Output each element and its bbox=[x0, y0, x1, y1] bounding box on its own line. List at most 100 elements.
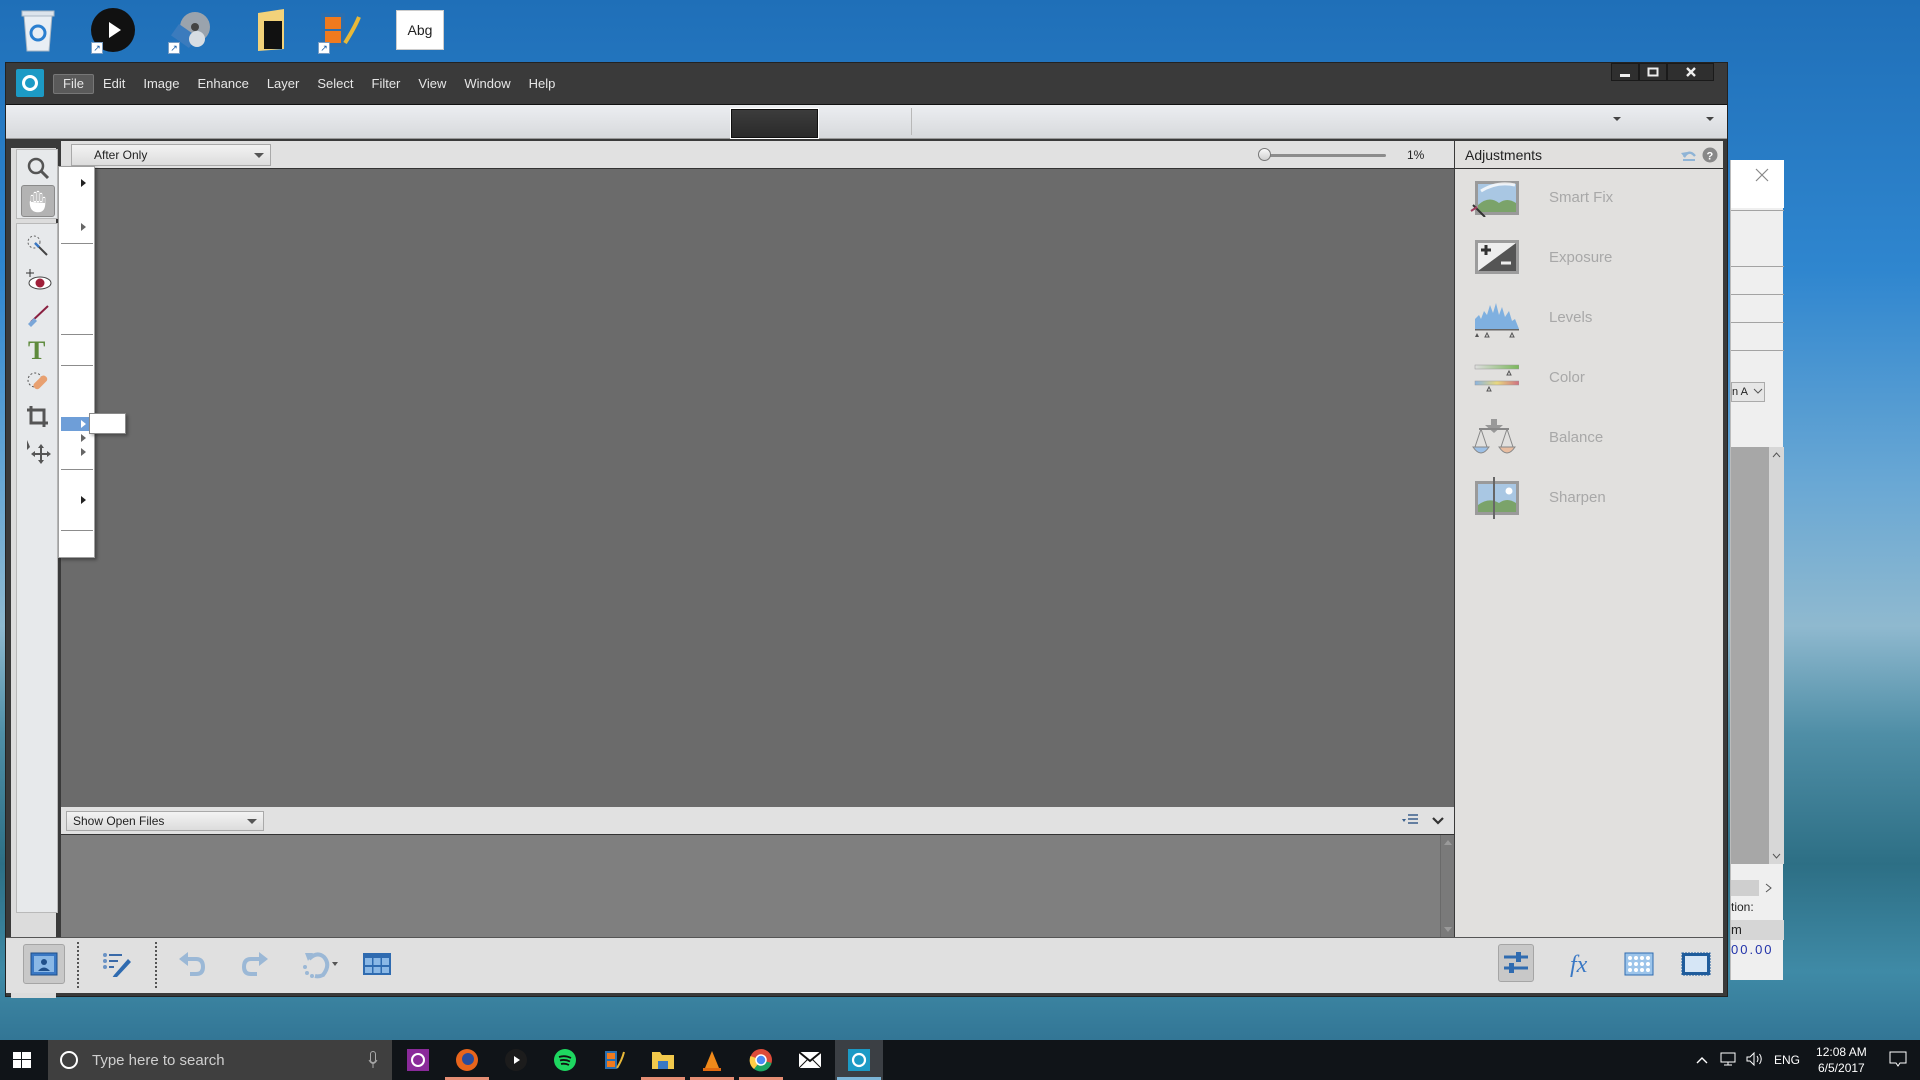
taskbar-spotify[interactable] bbox=[541, 1040, 589, 1080]
title-bar: File Edit Image Enhance Layer Select Fil… bbox=[6, 63, 1727, 104]
zoom-slider[interactable] bbox=[1258, 148, 1386, 161]
adjustment-label: Smart Fix bbox=[1549, 188, 1614, 206]
system-tray: ENG 12:08 AM 6/5/2017 bbox=[1696, 1040, 1907, 1080]
menu-filter[interactable]: Filter bbox=[363, 74, 410, 94]
network-icon[interactable] bbox=[1720, 1052, 1736, 1069]
adjustment-label: Sharpen bbox=[1549, 488, 1606, 506]
photo-bin-select[interactable]: Show Open Files bbox=[66, 811, 264, 831]
close-icon[interactable] bbox=[1755, 168, 1769, 187]
horizontal-scrollbar[interactable] bbox=[1731, 880, 1784, 896]
taskbar-photoshop-elements[interactable] bbox=[835, 1040, 883, 1080]
submenu-arrow-icon[interactable] bbox=[81, 179, 86, 187]
hand-tool-icon[interactable] bbox=[21, 185, 55, 217]
adjustment-exposure[interactable]: Exposure bbox=[1469, 231, 1719, 283]
organizer-button[interactable] bbox=[356, 944, 398, 984]
photo-bin-button[interactable] bbox=[23, 944, 65, 984]
submenu-arrow-icon[interactable] bbox=[81, 448, 86, 456]
redo-button[interactable] bbox=[234, 944, 276, 984]
textures-panel-button[interactable] bbox=[1618, 944, 1660, 984]
svg-text:fx: fx bbox=[1570, 952, 1588, 978]
media-player-icon[interactable]: ↗ bbox=[162, 4, 218, 56]
toolbar-divider bbox=[155, 942, 157, 988]
adjustments-panel-button[interactable] bbox=[1498, 944, 1534, 982]
menu-window[interactable]: Window bbox=[455, 74, 519, 94]
taskbar-mail[interactable] bbox=[786, 1040, 834, 1080]
share-dropdown-arrow-icon[interactable] bbox=[1706, 117, 1714, 121]
vertical-scrollbar[interactable] bbox=[1769, 447, 1784, 864]
menu-edit[interactable]: Edit bbox=[94, 74, 134, 94]
menu-select[interactable]: Select bbox=[308, 74, 362, 94]
frames-panel-button[interactable] bbox=[1675, 944, 1717, 984]
quick-selection-tool-icon[interactable] bbox=[21, 230, 55, 262]
menu-view[interactable]: View bbox=[409, 74, 455, 94]
font-file-icon[interactable]: Abg bbox=[392, 4, 448, 56]
submenu-arrow-icon[interactable] bbox=[81, 434, 86, 442]
minimize-button[interactable] bbox=[1611, 63, 1639, 81]
move-tool-icon[interactable] bbox=[21, 435, 55, 467]
photo-bin-scrollbar[interactable] bbox=[1440, 835, 1454, 937]
close-button[interactable] bbox=[1667, 63, 1714, 81]
tool-options-button[interactable] bbox=[96, 944, 138, 984]
zoom-tool-icon[interactable] bbox=[21, 152, 55, 184]
view-mode-select[interactable]: After Only bbox=[71, 144, 271, 166]
help-icon[interactable]: ? bbox=[1702, 147, 1718, 168]
shortcut-arrow-icon: ↗ bbox=[318, 42, 330, 54]
windows-start-icon[interactable] bbox=[13, 1052, 31, 1073]
microphone-icon[interactable] bbox=[368, 1051, 378, 1069]
adjustment-sharpen[interactable]: Sharpen bbox=[1469, 471, 1719, 523]
effects-panel-button[interactable]: fx bbox=[1561, 944, 1603, 984]
search-placeholder: Type here to search bbox=[92, 1051, 225, 1069]
crop-tool-icon[interactable] bbox=[21, 401, 55, 433]
whiten-teeth-tool-icon[interactable] bbox=[21, 299, 55, 331]
background-window-dropdown[interactable]: n A bbox=[1731, 382, 1765, 402]
divider bbox=[1731, 210, 1784, 211]
maximize-button[interactable] bbox=[1639, 63, 1667, 81]
recycle-bin-icon[interactable] bbox=[10, 4, 66, 56]
show-hidden-icons-icon[interactable] bbox=[1696, 1053, 1708, 1067]
adjustments-panel: Adjustments ? Smart Fix Exposure Levels … bbox=[1454, 141, 1723, 937]
collapse-bin-chevron-icon[interactable] bbox=[1431, 814, 1445, 832]
folder-icon[interactable] bbox=[245, 4, 301, 56]
adjustment-balance[interactable]: Balance bbox=[1469, 411, 1719, 463]
taskbar-chrome[interactable] bbox=[737, 1040, 785, 1080]
create-dropdown-arrow-icon[interactable] bbox=[1613, 117, 1621, 121]
menu-help[interactable]: Help bbox=[520, 74, 565, 94]
taskbar-file-explorer[interactable] bbox=[639, 1040, 687, 1080]
submenu-arrow-icon[interactable] bbox=[81, 223, 86, 231]
taskbar-premiere-elements[interactable] bbox=[394, 1040, 442, 1080]
canvas-area[interactable] bbox=[61, 169, 1454, 807]
exposure-icon bbox=[1469, 237, 1519, 277]
language-indicator[interactable]: ENG bbox=[1774, 1053, 1800, 1067]
clock[interactable]: 12:08 AM 6/5/2017 bbox=[1816, 1044, 1867, 1076]
menu-image[interactable]: Image bbox=[134, 74, 188, 94]
adjustments-header: Adjustments ? bbox=[1455, 141, 1723, 169]
adjustment-levels[interactable]: Levels bbox=[1469, 291, 1719, 343]
shortcut-arrow-icon: ↗ bbox=[168, 42, 180, 54]
rotate-button[interactable] bbox=[298, 944, 340, 984]
taskbar-vlc[interactable] bbox=[688, 1040, 736, 1080]
zoom-slider-handle[interactable] bbox=[1258, 148, 1272, 161]
movie-maker-icon[interactable]: ↗ bbox=[312, 4, 368, 56]
file-submenu[interactable] bbox=[89, 413, 126, 434]
taskbar-firefox[interactable] bbox=[443, 1040, 491, 1080]
bin-options-icon[interactable] bbox=[1401, 813, 1419, 832]
adjustment-smart-fix[interactable]: Smart Fix bbox=[1469, 171, 1719, 223]
taskbar-movie-maker[interactable] bbox=[590, 1040, 638, 1080]
taskbar-search-box[interactable]: Type here to search bbox=[48, 1040, 392, 1080]
type-tool-icon[interactable]: T bbox=[21, 333, 55, 365]
reset-panel-icon[interactable] bbox=[1680, 148, 1698, 167]
menu-file[interactable]: File bbox=[53, 73, 94, 94]
submenu-arrow-icon[interactable] bbox=[81, 496, 86, 504]
action-center-icon[interactable] bbox=[1889, 1051, 1907, 1070]
undo-button[interactable] bbox=[171, 944, 213, 984]
volume-icon[interactable] bbox=[1746, 1051, 1764, 1069]
spot-healing-tool-icon[interactable] bbox=[21, 367, 55, 399]
video-player-icon[interactable]: ↗ bbox=[85, 4, 141, 56]
adjustment-color[interactable]: Color bbox=[1469, 351, 1719, 403]
red-eye-tool-icon[interactable] bbox=[21, 265, 55, 297]
menu-enhance[interactable]: Enhance bbox=[189, 74, 258, 94]
mode-tab-expert[interactable] bbox=[731, 109, 818, 138]
menu-layer[interactable]: Layer bbox=[258, 74, 309, 94]
taskbar-video-app[interactable] bbox=[492, 1040, 540, 1080]
bottom-task-bar: fx bbox=[6, 937, 1723, 993]
